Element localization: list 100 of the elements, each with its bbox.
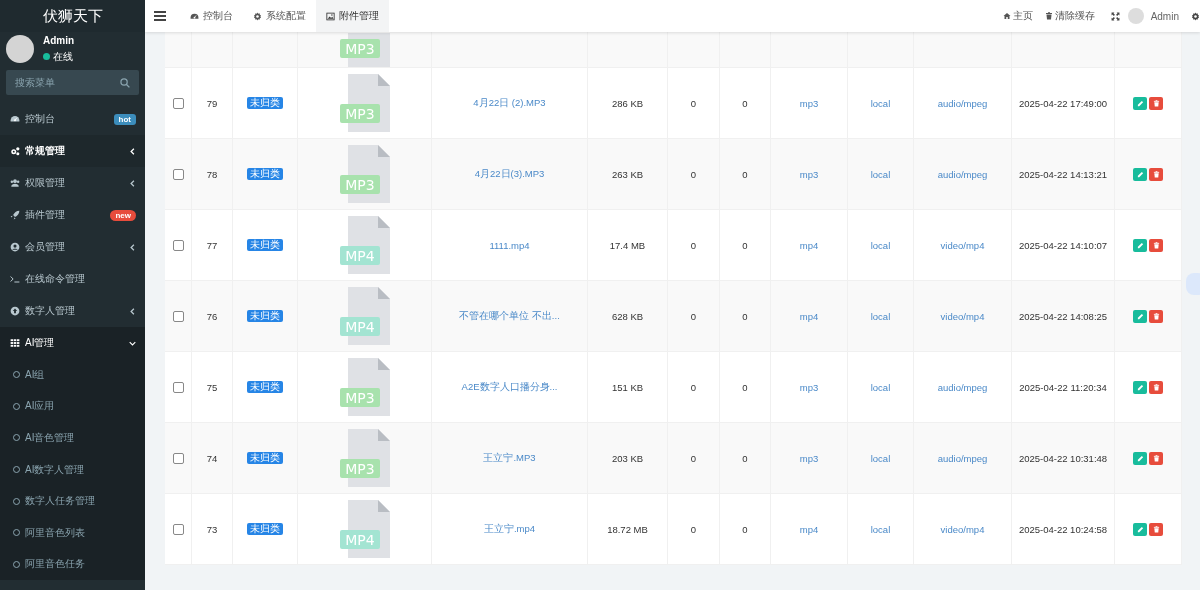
row-count: 0: [690, 168, 697, 180]
row-checkbox[interactable]: [172, 310, 184, 322]
header-link[interactable]: 清除缓存: [1038, 9, 1101, 23]
category-tag: 未归类: [247, 523, 283, 535]
fullscreen-icon[interactable]: [1110, 11, 1120, 21]
file-icon: [339, 216, 390, 274]
upload-date: 2025-04-22 14:10:07: [1018, 239, 1108, 251]
file-icon: [339, 429, 390, 487]
row-count: 0: [690, 310, 697, 322]
mimetype-link[interactable]: audio/mpeg: [937, 381, 988, 393]
category-tag: 未归类: [247, 168, 283, 180]
file-name-link[interactable]: 1111.mp4: [489, 239, 530, 251]
trash-icon: [1152, 454, 1160, 462]
menu-item[interactable]: 会员管理: [0, 231, 145, 263]
edit-button[interactable]: [1133, 96, 1147, 110]
menu-item[interactable]: 插件管理 new: [0, 199, 145, 231]
row-checkbox[interactable]: [172, 381, 184, 393]
delete-button[interactable]: [1149, 167, 1163, 181]
mimetype-link[interactable]: video/mp4: [940, 239, 985, 251]
menu-badge: new: [110, 209, 136, 221]
menu-item[interactable]: 在线命令管理: [0, 263, 145, 295]
row-checkbox[interactable]: [172, 168, 184, 180]
file-extension[interactable]: mp3: [799, 97, 819, 109]
storage-link[interactable]: local: [870, 168, 891, 180]
edit-button[interactable]: [1133, 167, 1147, 181]
edit-button[interactable]: [1133, 309, 1147, 323]
header-link[interactable]: 主页: [996, 9, 1039, 23]
row-checkbox[interactable]: [172, 523, 184, 535]
upload-circle-icon: [10, 306, 20, 316]
delete-button[interactable]: [1149, 522, 1163, 536]
menu-item[interactable]: 数字人管理: [0, 295, 145, 327]
search-field[interactable]: 搜索菜单: [6, 70, 139, 95]
pencil-icon: [1136, 525, 1144, 533]
file-name-link[interactable]: 不管在哪个单位 不出...: [459, 309, 560, 323]
pencil-icon: [1136, 383, 1144, 391]
file-type-label: MP3: [344, 177, 375, 193]
nav-tab[interactable]: 附件管理: [316, 0, 389, 32]
mimetype-link[interactable]: audio/mpeg: [937, 168, 988, 180]
menu-item[interactable]: 权限管理: [0, 167, 145, 199]
row-checkbox[interactable]: [172, 452, 184, 464]
nav-tab[interactable]: 控制台: [180, 0, 243, 32]
submenu-item[interactable]: AI应用: [0, 390, 145, 423]
storage-link[interactable]: local: [870, 452, 891, 464]
delete-button[interactable]: [1149, 451, 1163, 465]
file-name-link[interactable]: 王立宁.MP3: [483, 451, 536, 465]
storage-link[interactable]: local: [870, 310, 891, 322]
file-name-link[interactable]: A2E数字人口播分身...: [461, 380, 558, 394]
file-icon: [339, 358, 390, 416]
file-extension[interactable]: mp3: [799, 168, 819, 180]
menu-item[interactable]: 常规管理: [0, 135, 145, 167]
edit-button[interactable]: [1133, 380, 1147, 394]
file-extension[interactable]: mp4: [799, 523, 819, 535]
menu-icon[interactable]: [154, 11, 166, 21]
mimetype-link[interactable]: video/mp4: [940, 523, 985, 535]
submenu-item[interactable]: 数字人任务管理: [0, 485, 145, 517]
user-name[interactable]: Admin: [1150, 10, 1179, 22]
submenu-item[interactable]: AI数字人管理: [0, 453, 145, 486]
row-checkbox[interactable]: [172, 97, 184, 109]
file-name-link[interactable]: 4月22日(3).MP3: [474, 167, 545, 181]
file-extension[interactable]: mp4: [799, 239, 819, 251]
row-count: 0: [742, 239, 748, 251]
row-count: 0: [690, 239, 697, 251]
delete-button[interactable]: [1149, 238, 1163, 252]
file-extension[interactable]: mp4: [799, 310, 819, 322]
category-tag: 未归类: [247, 381, 283, 393]
storage-link[interactable]: local: [870, 239, 891, 251]
delete-button[interactable]: [1149, 309, 1163, 323]
storage-link[interactable]: local: [870, 523, 891, 535]
edit-button[interactable]: [1133, 522, 1147, 536]
mimetype-link[interactable]: video/mp4: [940, 310, 985, 322]
file-name-link[interactable]: 王立宁.mp4: [483, 522, 536, 536]
file-extension[interactable]: mp3: [799, 452, 819, 464]
pencil-icon: [1136, 241, 1144, 249]
file-size: 18.72 MB: [607, 523, 648, 535]
mimetype-link[interactable]: audio/mpeg: [937, 97, 988, 109]
file-type-label: MP3: [344, 390, 375, 406]
menu-item[interactable]: AI管理: [0, 327, 145, 359]
upload-date: 2025-04-22 11:20:34: [1019, 381, 1107, 393]
grid-icon: [10, 338, 20, 348]
row-id: 76: [206, 310, 218, 322]
file-name-link[interactable]: 4月22日 (2).MP3: [473, 96, 546, 110]
row-count: 0: [742, 310, 748, 322]
row-checkbox[interactable]: [172, 239, 184, 251]
submenu-item[interactable]: AI组: [0, 359, 145, 391]
edit-button[interactable]: [1133, 238, 1147, 252]
app-logo-title: 伏狮天下: [42, 6, 103, 26]
menu-item[interactable]: 控制台 hot: [0, 103, 145, 135]
edit-button[interactable]: [1133, 451, 1147, 465]
mimetype-link[interactable]: audio/mpeg: [937, 452, 988, 464]
category-tag: 未归类: [247, 239, 283, 251]
submenu-item[interactable]: AI音色管理: [0, 422, 145, 454]
row-count: 0: [742, 168, 748, 180]
file-extension[interactable]: mp3: [799, 381, 819, 393]
submenu-item[interactable]: 阿里音色任务: [0, 548, 145, 581]
submenu-item[interactable]: 阿里音色列表: [0, 516, 145, 549]
storage-link[interactable]: local: [870, 381, 891, 393]
delete-button[interactable]: [1149, 96, 1163, 110]
storage-link[interactable]: local: [870, 97, 891, 109]
delete-button[interactable]: [1149, 380, 1163, 394]
nav-tab[interactable]: 系统配置: [243, 0, 316, 32]
